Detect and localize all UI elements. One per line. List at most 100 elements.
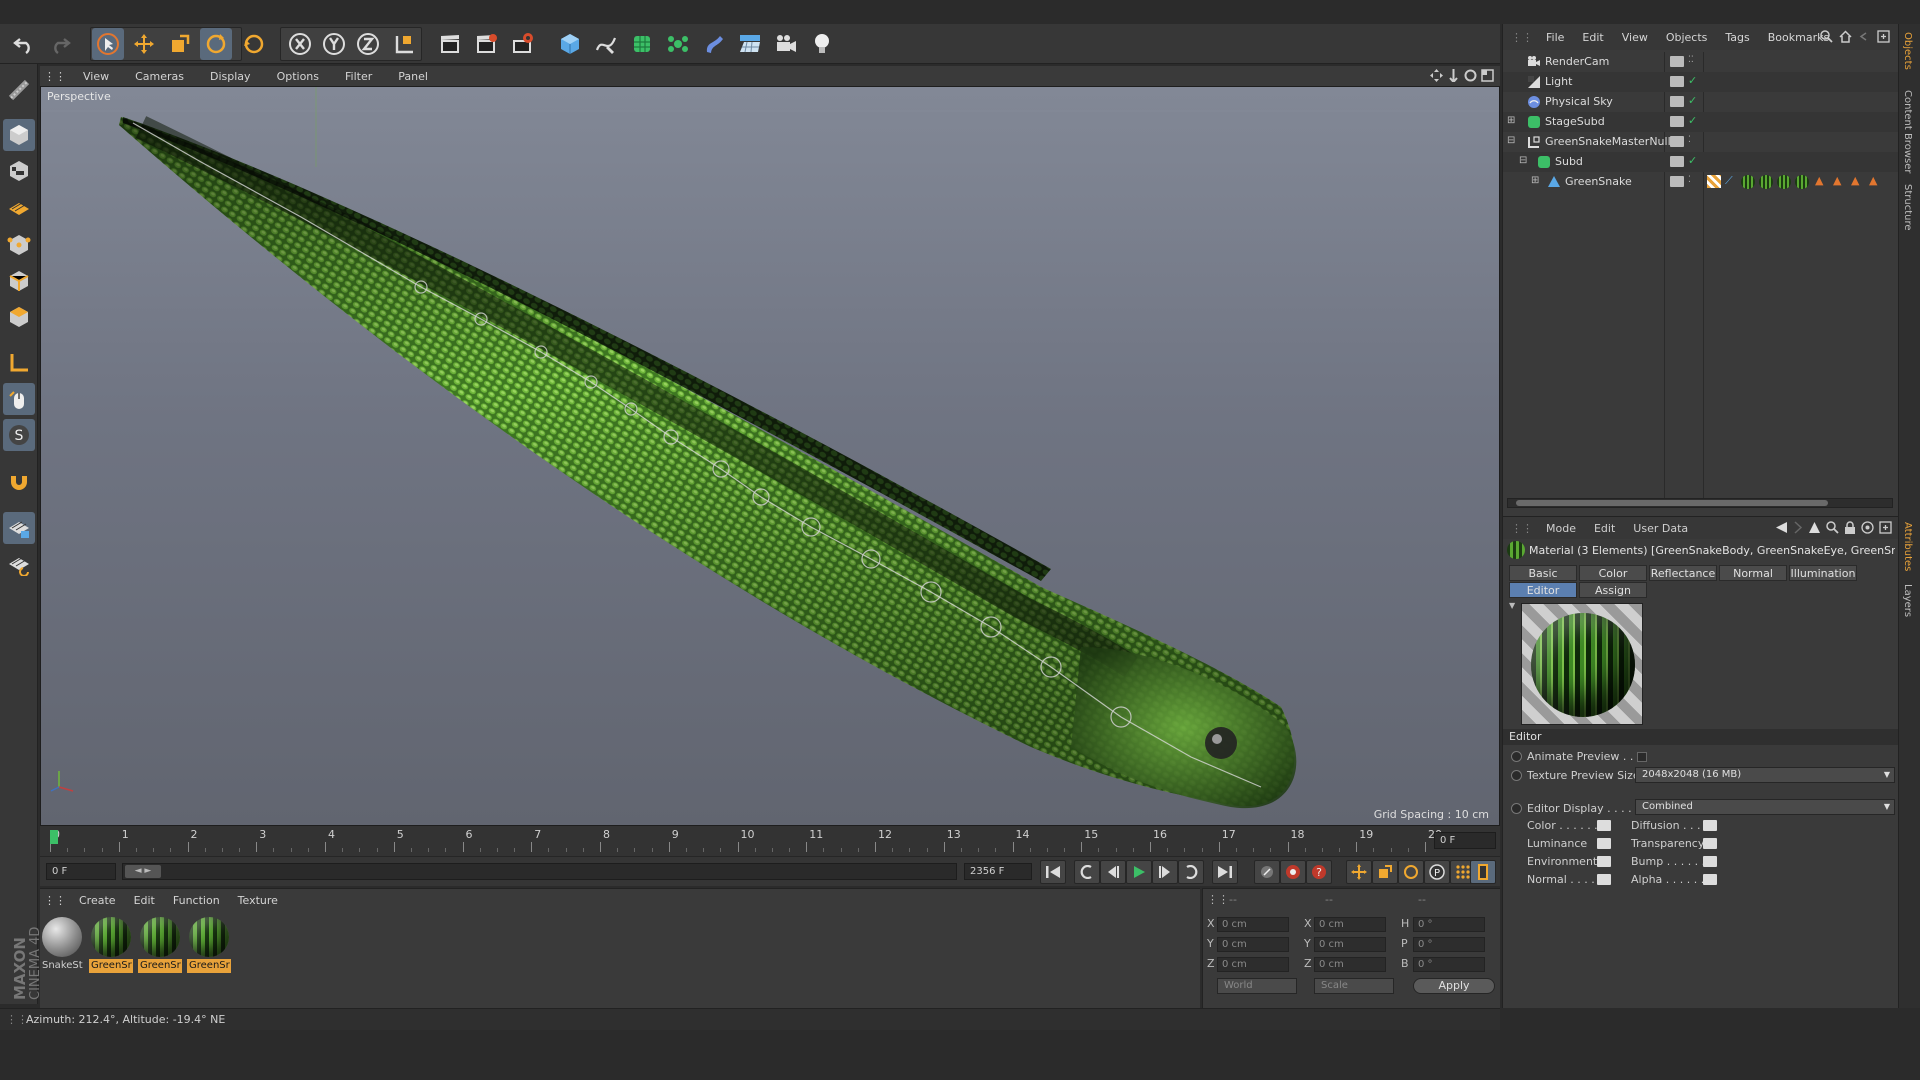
position-y-field[interactable]: 0 cm bbox=[1217, 937, 1289, 952]
new-view-icon[interactable] bbox=[1877, 30, 1890, 43]
object-row-subd[interactable]: ⊟ Subd ✓ bbox=[1503, 152, 1899, 172]
menu-file[interactable]: File bbox=[1537, 31, 1573, 44]
deformer-icon[interactable] bbox=[698, 28, 730, 60]
texture-size-radio[interactable] bbox=[1511, 770, 1522, 781]
light-icon[interactable] bbox=[806, 28, 838, 60]
animate-preview-radio[interactable] bbox=[1511, 751, 1522, 762]
rotation-b-field[interactable]: 0 ° bbox=[1413, 957, 1485, 972]
cube-icon[interactable] bbox=[554, 28, 586, 60]
perspective-viewport[interactable]: Perspective Grid Spacing: 10 cm bbox=[40, 86, 1500, 826]
coordinate-system-icon[interactable] bbox=[388, 28, 420, 60]
texture-mode-icon[interactable] bbox=[3, 155, 35, 187]
dots-icon[interactable]: ⁚ bbox=[1688, 135, 1691, 145]
frame-range-slider[interactable]: ◄ ► bbox=[122, 863, 957, 880]
scrollbar-thumb[interactable] bbox=[1516, 500, 1828, 506]
workplane-lock-icon[interactable] bbox=[3, 512, 35, 544]
enabled-check-icon[interactable]: ✓ bbox=[1688, 74, 1697, 87]
material-swatch[interactable]: SnakeSt bbox=[40, 915, 84, 973]
rotate-view-icon[interactable] bbox=[1464, 69, 1477, 82]
play-forwards-icon[interactable] bbox=[1126, 860, 1152, 884]
camera-icon[interactable] bbox=[770, 28, 802, 60]
edges-mode-icon[interactable] bbox=[3, 265, 35, 297]
recent-tool-icon[interactable] bbox=[238, 28, 270, 60]
channel-diffusion-toggle[interactable] bbox=[1703, 820, 1717, 831]
go-to-start-icon[interactable] bbox=[1040, 860, 1066, 884]
object-row-light[interactable]: Light ✓ bbox=[1503, 72, 1899, 92]
menu-view[interactable]: View bbox=[70, 70, 122, 83]
collapse-icon[interactable]: ⊟ bbox=[1507, 135, 1515, 146]
back-arrow-icon[interactable] bbox=[1774, 521, 1788, 534]
scale-key-icon[interactable] bbox=[1372, 860, 1398, 884]
selection-tag-icon[interactable]: ▲ bbox=[1833, 174, 1841, 187]
dots-icon[interactable]: ⁚⁚ bbox=[1688, 55, 1694, 65]
dots-icon[interactable]: ⁚ bbox=[1688, 175, 1691, 185]
menu-cameras[interactable]: Cameras bbox=[122, 70, 197, 83]
previous-frame-icon[interactable] bbox=[1100, 860, 1126, 884]
points-mode-icon[interactable] bbox=[3, 229, 35, 261]
visibility-toggle[interactable] bbox=[1670, 136, 1684, 147]
material-tag-icon[interactable] bbox=[1759, 175, 1773, 189]
keyframe-selection-icon[interactable]: ? bbox=[1306, 860, 1332, 884]
channel-bump-toggle[interactable] bbox=[1703, 856, 1717, 867]
expand-icon[interactable]: ⊞ bbox=[1507, 115, 1515, 126]
floor-icon[interactable] bbox=[734, 28, 766, 60]
object-row-rendercam[interactable]: RenderCam ⁚⁚ bbox=[1503, 52, 1899, 72]
horizontal-scrollbar[interactable] bbox=[1507, 498, 1893, 508]
animate-preview-checkbox[interactable] bbox=[1637, 752, 1647, 762]
rotation-key-icon[interactable] bbox=[1398, 860, 1424, 884]
menu-display[interactable]: Display bbox=[197, 70, 264, 83]
render-view-icon[interactable] bbox=[434, 28, 466, 60]
editor-display-dropdown[interactable]: Combined ▼ bbox=[1635, 799, 1895, 815]
ik-tag-icon[interactable]: ⟋ bbox=[1725, 174, 1733, 188]
material-swatch[interactable]: GreenSr bbox=[138, 915, 182, 973]
menu-edit[interactable]: Edit bbox=[125, 894, 164, 907]
menu-user-data[interactable]: User Data bbox=[1624, 522, 1697, 535]
menu-tags[interactable]: Tags bbox=[1716, 31, 1758, 44]
expand-icon[interactable]: ⊞ bbox=[1531, 175, 1539, 186]
pan-view-icon[interactable] bbox=[1430, 69, 1443, 82]
menu-edit[interactable]: Edit bbox=[1585, 522, 1624, 535]
workplane-mode-icon[interactable] bbox=[3, 190, 35, 222]
material-tag-icon[interactable] bbox=[1741, 175, 1755, 189]
subdivision-surface-icon[interactable] bbox=[626, 28, 658, 60]
selection-tag-icon[interactable]: ▲ bbox=[1869, 174, 1877, 187]
menu-options[interactable]: Options bbox=[264, 70, 332, 83]
size-z-field[interactable]: 0 cm bbox=[1314, 957, 1386, 972]
position-key-icon[interactable] bbox=[1346, 860, 1372, 884]
object-row-greensnake[interactable]: ⊞ GreenSnake ⁚ ⟋ ▲ ▲ ▲ ▲ bbox=[1503, 172, 1899, 192]
material-tag-icon[interactable] bbox=[1795, 175, 1809, 189]
rotation-h-field[interactable]: 0 ° bbox=[1413, 917, 1485, 932]
channel-color-toggle[interactable] bbox=[1597, 820, 1611, 831]
selection-tag-icon[interactable]: ▲ bbox=[1851, 174, 1859, 187]
editor-display-radio[interactable] bbox=[1511, 803, 1522, 814]
channel-normal-toggle[interactable] bbox=[1597, 874, 1611, 885]
toggle-view-icon[interactable] bbox=[1481, 69, 1494, 82]
timeline-scheme-icon[interactable] bbox=[1470, 860, 1496, 884]
previous-key-icon[interactable] bbox=[1074, 860, 1100, 884]
visibility-toggle[interactable] bbox=[1670, 116, 1684, 127]
next-frame-icon[interactable] bbox=[1152, 860, 1178, 884]
coordinate-space-dropdown[interactable]: World bbox=[1217, 978, 1297, 994]
visibility-toggle[interactable] bbox=[1670, 96, 1684, 107]
size-y-field[interactable]: 0 cm bbox=[1314, 937, 1386, 952]
apply-button[interactable]: Apply bbox=[1413, 978, 1495, 994]
home-icon[interactable] bbox=[1839, 30, 1852, 43]
menu-mode[interactable]: Mode bbox=[1537, 522, 1585, 535]
up-arrow-icon[interactable] bbox=[1808, 521, 1821, 534]
render-picture-viewer-icon[interactable] bbox=[470, 28, 502, 60]
y-axis-icon[interactable] bbox=[318, 28, 350, 60]
back-icon[interactable] bbox=[1858, 30, 1871, 43]
coordinate-mode-dropdown[interactable]: Scale bbox=[1314, 978, 1394, 994]
material-swatch[interactable]: GreenSr bbox=[187, 915, 231, 973]
x-axis-icon[interactable] bbox=[284, 28, 316, 60]
menu-panel[interactable]: Panel bbox=[385, 70, 441, 83]
enabled-check-icon[interactable]: ✓ bbox=[1688, 154, 1697, 167]
collapse-icon[interactable]: ⊟ bbox=[1519, 155, 1527, 166]
make-editable-icon[interactable] bbox=[3, 74, 35, 106]
live-selection-icon[interactable] bbox=[92, 28, 124, 60]
side-tab-structure[interactable]: Structure bbox=[1902, 184, 1913, 231]
planar-workplane-icon[interactable] bbox=[3, 548, 35, 580]
enabled-check-icon[interactable]: ✓ bbox=[1688, 94, 1697, 107]
end-frame-field[interactable]: 2356 F bbox=[964, 863, 1032, 880]
polygons-mode-icon[interactable] bbox=[3, 301, 35, 333]
